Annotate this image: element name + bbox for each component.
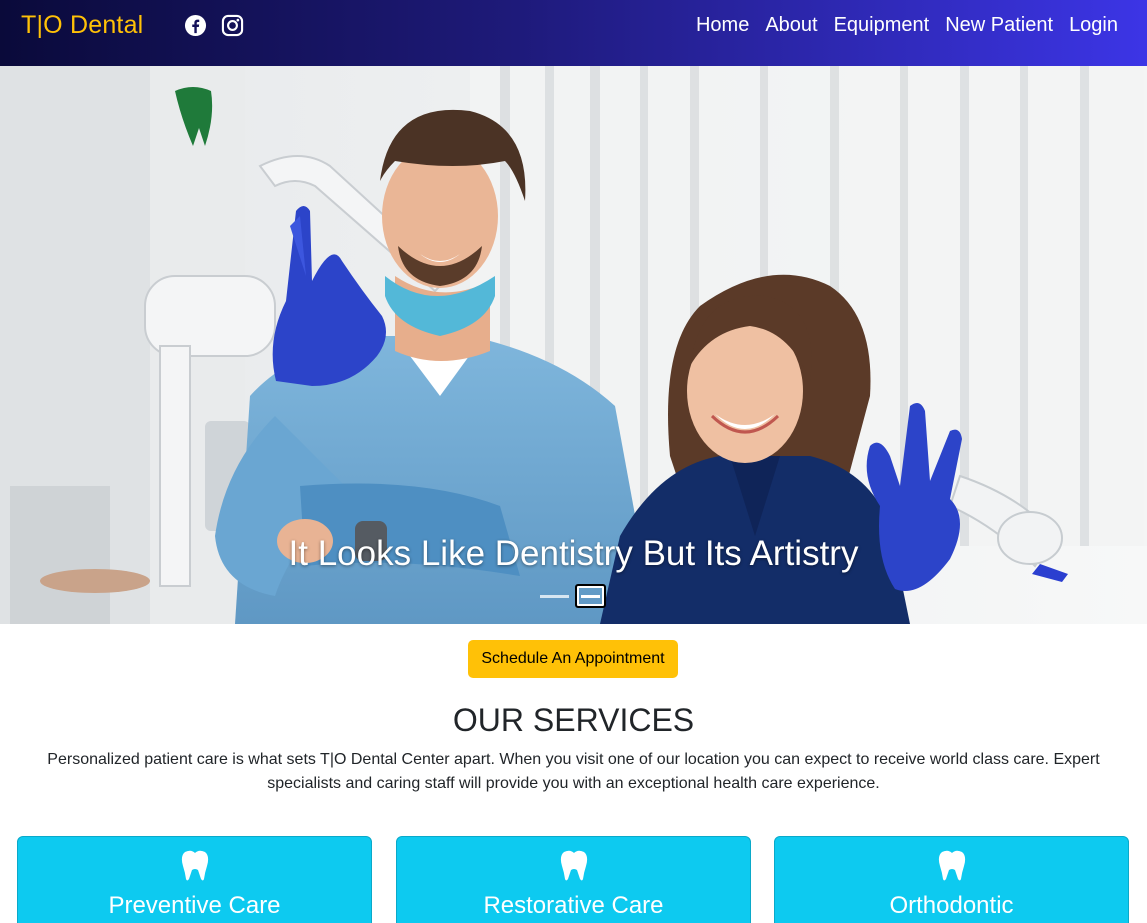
tooth-icon (938, 850, 965, 881)
nav-equipment[interactable]: Equipment (834, 14, 930, 37)
service-card-preventive[interactable]: Preventive Care (17, 836, 372, 923)
nav-login[interactable]: Login (1069, 14, 1118, 37)
facebook-icon[interactable] (184, 14, 207, 37)
hero-carousel[interactable]: It Looks Like Dentistry But Its Artistry (0, 66, 1147, 624)
service-card-orthodontic[interactable]: Orthodontic (774, 836, 1129, 923)
tooth-icon (560, 850, 587, 881)
services-title: OUR SERVICES (452, 702, 695, 738)
services-description: Personalized patient care is what sets T… (47, 751, 1100, 792)
service-card-title: Restorative Care (483, 892, 664, 919)
nav-about[interactable]: About (765, 14, 817, 37)
instagram-icon[interactable] (221, 14, 244, 37)
hero-caption: It Looks Like Dentistry But Its Artistry (288, 534, 859, 573)
brand-logo[interactable]: T|O Dental (21, 11, 143, 40)
service-card-restorative[interactable]: Restorative Care (396, 836, 751, 923)
tooth-icon (181, 850, 208, 881)
navbar: T|O Dental Home About Equipment New Pati… (0, 0, 1147, 66)
service-card-title: Preventive Care (108, 892, 281, 919)
social-links (184, 14, 244, 37)
schedule-appointment-button[interactable]: Schedule An Appointment (468, 640, 678, 678)
carousel-indicator-2[interactable] (575, 584, 606, 608)
nav-home[interactable]: Home (696, 14, 749, 37)
nav-new-patient[interactable]: New Patient (945, 14, 1053, 37)
carousel-indicator-1[interactable] (540, 594, 569, 598)
service-card-title: Orthodontic (889, 892, 1014, 919)
nav-links: Home About Equipment New Patient Login (696, 14, 1118, 37)
carousel-indicators (540, 584, 606, 608)
